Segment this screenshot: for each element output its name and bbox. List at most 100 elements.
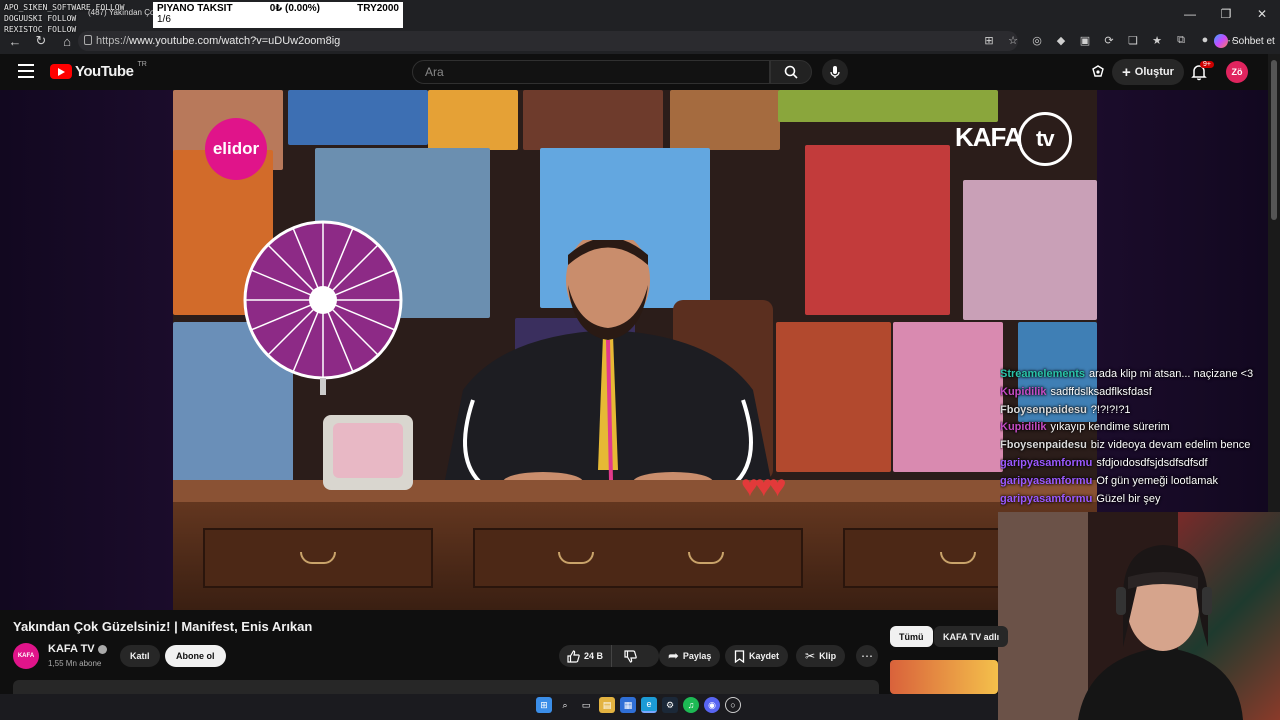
- minimize-icon[interactable]: —: [1172, 0, 1208, 28]
- recommended-video-thumbnail[interactable]: [890, 660, 998, 694]
- chat-text: sfdjoıdosdfsjdsdfsdfsdf: [1096, 456, 1208, 469]
- chat-text: arada klip mi atsan... naçizane <3: [1089, 368, 1254, 380]
- more-actions-button[interactable]: ⋯: [856, 645, 878, 667]
- split-screen-icon[interactable]: ❏: [1124, 31, 1142, 49]
- create-label: Oluştur: [1134, 66, 1174, 78]
- chat-message: Kupidilik yıkayıp kendime sürerim: [1000, 419, 1280, 437]
- edge-icon[interactable]: e: [641, 697, 657, 713]
- chip-channel[interactable]: KAFA TV adlı: [934, 626, 1009, 647]
- clip-button[interactable]: ✂ Klip: [796, 645, 846, 667]
- copilot-label: Sohbet et: [1232, 35, 1275, 47]
- microphone-icon: [830, 66, 840, 78]
- verified-icon: [97, 644, 107, 654]
- dislike-button[interactable]: [616, 645, 645, 667]
- more-icon: ⋯: [861, 649, 873, 663]
- poster: [670, 90, 780, 150]
- channel-name[interactable]: KAFA TV: [48, 643, 107, 655]
- like-count: 24 B: [584, 651, 604, 661]
- channel-name-text: KAFA TV: [48, 643, 95, 655]
- chat-text: biz videoya devam edelim bence: [1090, 439, 1251, 452]
- chat-text: Of gün yemeği lootlamak: [1096, 474, 1218, 487]
- chat-text: yıkayıp kendime sürerim: [1050, 421, 1170, 434]
- browser-tab-title[interactable]: (487) Yakından Çok: [88, 8, 158, 17]
- stream-chat-overlay: Streamelements arada klip mi atsan... naç…: [1000, 366, 1280, 508]
- profile-icon[interactable]: ●: [1196, 31, 1214, 49]
- url-text: www.youtube.com/watch?v=uDUw2oom8ig: [129, 35, 341, 47]
- close-icon[interactable]: ✕: [1244, 0, 1280, 28]
- favorites-icon[interactable]: ★: [1148, 31, 1166, 49]
- copilot-button[interactable]: Sohbet et: [1214, 31, 1275, 51]
- chat-message: garipyasamformu sfdjoıdosdfsjdsdfsdfsdf: [1000, 455, 1280, 473]
- portrait-poster: [805, 145, 950, 315]
- copilot-icon: [1214, 34, 1228, 48]
- like-button[interactable]: 24 B: [559, 645, 613, 667]
- create-button[interactable]: + Oluştur: [1112, 59, 1184, 85]
- scrollbar-thumb[interactable]: [1271, 60, 1277, 220]
- steam-icon[interactable]: ⚙: [662, 697, 678, 713]
- store-icon[interactable]: ▦: [620, 697, 636, 713]
- chat-message: garipyasamformu Güzel bir şey: [1000, 491, 1280, 509]
- menu-icon[interactable]: [18, 64, 34, 78]
- kafa-tv-logo-text: KAFA: [955, 121, 1023, 152]
- taskbar-icons: ⊞ ⌕ ▭ ▤ ▦ e ⚙ ♫ ◉ ○: [536, 697, 741, 713]
- share-button[interactable]: ➦ Paylaş: [659, 645, 721, 667]
- channel-avatar[interactable]: KAFA: [13, 643, 39, 669]
- favorite-star-icon[interactable]: ☆: [1004, 31, 1022, 49]
- spin-wheel: [243, 220, 403, 395]
- search-button[interactable]: [770, 60, 812, 84]
- youtube-play-icon: [50, 64, 72, 79]
- collections-icon[interactable]: ⧉: [1172, 31, 1190, 49]
- chat-username: garipyasamformu: [1000, 456, 1093, 469]
- chat-text: ?!?!?!?1: [1090, 403, 1131, 416]
- obs-icon[interactable]: ○: [725, 697, 741, 713]
- chip-all[interactable]: Tümü: [890, 626, 933, 647]
- window-controls: — ❐ ✕: [1172, 0, 1280, 28]
- account-avatar[interactable]: Zö: [1226, 61, 1248, 83]
- chat-text: Güzel bir şey: [1096, 492, 1161, 505]
- extension-icon[interactable]: ◆: [1052, 31, 1070, 49]
- search-input[interactable]: Ara: [412, 60, 770, 84]
- search-icon: [784, 65, 798, 79]
- save-label: Kaydet: [749, 651, 780, 661]
- windows-start-icon[interactable]: ⊞: [536, 697, 552, 713]
- subscribe-button[interactable]: Abone ol: [165, 645, 226, 667]
- windows-taskbar: [0, 694, 998, 720]
- description-box[interactable]: [13, 680, 879, 694]
- chat-username: Fboysenpaidesu: [1000, 403, 1087, 416]
- chat-message: Kupidilik sadffdslksadflksfdasf: [1000, 384, 1280, 402]
- chat-message: Streamelements arada klip mi atsan... naç…: [1000, 366, 1280, 384]
- restore-icon[interactable]: ❐: [1208, 0, 1244, 28]
- address-bar[interactable]: https://www.youtube.com/watch?v=uDUw2oom…: [78, 31, 1018, 51]
- voice-search-button[interactable]: [822, 59, 848, 85]
- refresh-extension-icon[interactable]: ⟳: [1100, 31, 1118, 49]
- cast-icon[interactable]: [1090, 64, 1106, 80]
- desk-drawer: [473, 528, 803, 588]
- goal-amount: 0₺ (0.00%): [269, 3, 320, 14]
- spotify-icon[interactable]: ♫: [683, 697, 699, 713]
- gameboy-poster: [893, 322, 1003, 472]
- file-explorer-icon[interactable]: ▤: [599, 697, 615, 713]
- share-icon: ➦: [668, 648, 679, 663]
- chat-username: garipyasamformu: [1000, 474, 1093, 487]
- elidor-logo: elidor: [205, 118, 267, 180]
- goal-name: PIYANO TAKSIT: [157, 3, 233, 14]
- task-view-icon[interactable]: ▭: [578, 697, 594, 713]
- extension-icon[interactable]: ◎: [1028, 31, 1046, 49]
- chat-username: Kupidilik: [1000, 385, 1047, 398]
- follow-alerts-overlay: APO_SIKEN_SOFTWARE FOLLOW DOGUUSKI FOLLO…: [0, 0, 160, 40]
- join-button[interactable]: Katıl: [120, 645, 160, 667]
- kafa-tv-logo: KAFA tv: [955, 112, 1072, 166]
- extension-icon[interactable]: ▣: [1076, 31, 1094, 49]
- search-icon[interactable]: ⌕: [557, 697, 573, 713]
- goal-target: TRY2000: [357, 3, 399, 14]
- apps-icon[interactable]: ⊞: [980, 31, 998, 49]
- roller-skate-poster: [963, 180, 1097, 320]
- poster: [288, 90, 428, 145]
- discord-icon[interactable]: ◉: [704, 697, 720, 713]
- plus-icon: +: [1122, 63, 1131, 81]
- youtube-header: YouTube TR Ara + Oluştur 9+ Zö: [0, 54, 1268, 90]
- chat-text: sadffdslksadflksfdasf: [1050, 385, 1152, 398]
- save-button[interactable]: Kaydet: [725, 645, 789, 667]
- poster: [428, 90, 518, 150]
- youtube-logo[interactable]: YouTube TR: [50, 61, 147, 80]
